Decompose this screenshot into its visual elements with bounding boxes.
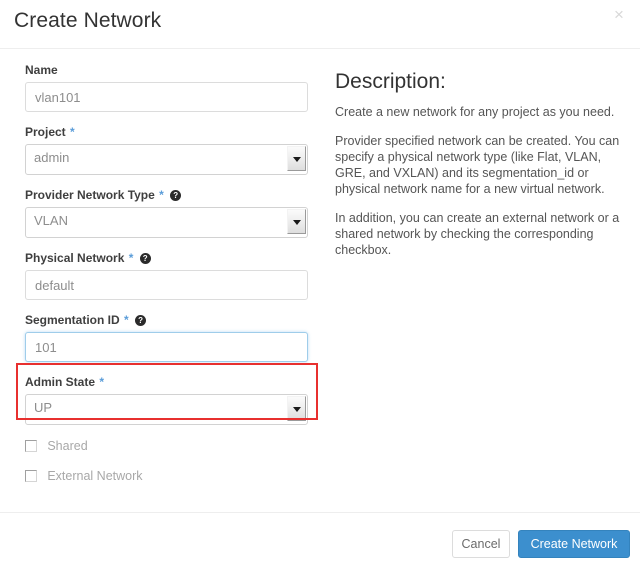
label-text-physical-network: Physical Network — [25, 251, 125, 265]
field-group-admin-state: Admin State * UP — [25, 375, 308, 425]
caret-shape — [292, 219, 301, 225]
description-paragraph-1: Create a new network for any project as … — [335, 105, 615, 119]
physical-network-input[interactable] — [25, 270, 308, 300]
admin-state-select-box[interactable] — [25, 394, 308, 425]
modal-body: Name Project * admin — [0, 50, 640, 512]
create-network-modal: Create Network × Name Project * a — [0, 0, 640, 565]
field-group-project: Project * admin — [25, 125, 308, 175]
admin-state-value: UP — [34, 400, 53, 415]
required-marker: * — [99, 375, 105, 389]
field-group-segmentation-id: Segmentation ID * ? — [25, 313, 308, 362]
external-network-checkbox[interactable] — [25, 470, 37, 482]
required-marker: * — [70, 125, 75, 139]
label-text-name: Name — [25, 63, 58, 77]
segmentation-id-input[interactable] — [25, 332, 308, 362]
description-paragraph-3: In addition, you can create an external … — [335, 211, 620, 257]
provider-network-type-value: VLAN — [34, 213, 68, 228]
label-admin-state: Admin State * — [25, 375, 308, 389]
chevron-down-icon[interactable] — [287, 209, 306, 234]
close-icon[interactable]: × — [608, 4, 630, 26]
caret-shape — [292, 156, 301, 162]
label-name: Name — [25, 63, 308, 77]
field-group-physical-network: Physical Network * ? — [25, 251, 308, 300]
admin-state-select[interactable]: UP — [25, 394, 308, 425]
shared-label[interactable]: Shared — [47, 439, 87, 453]
cancel-button[interactable]: Cancel — [452, 530, 510, 558]
label-text-provider-network-type: Provider Network Type — [25, 188, 155, 202]
project-select[interactable]: admin — [25, 144, 308, 175]
chevron-down-icon[interactable] — [287, 396, 306, 421]
create-network-button[interactable]: Create Network — [518, 530, 630, 558]
description-panel: Description: Create a new network for an… — [335, 70, 620, 271]
description-paragraph-2: Provider specified network can be create… — [335, 134, 620, 196]
label-project: Project * — [25, 125, 308, 139]
help-icon[interactable]: ? — [139, 253, 151, 264]
field-group-name: Name — [25, 63, 308, 112]
label-text-project: Project — [25, 125, 66, 139]
chevron-down-icon[interactable] — [287, 146, 306, 171]
provider-network-type-select[interactable]: VLAN — [25, 207, 308, 238]
modal-header: Create Network × — [0, 0, 640, 49]
help-icon[interactable]: ? — [135, 315, 147, 326]
description-title: Description: — [335, 70, 446, 93]
checkbox-row-external-network[interactable]: External Network — [25, 469, 308, 485]
modal-footer: Cancel Create Network — [0, 512, 640, 565]
field-group-provider-network-type: Provider Network Type * ? VLAN — [25, 188, 308, 238]
label-physical-network: Physical Network * ? — [25, 251, 308, 265]
help-icon[interactable]: ? — [170, 190, 182, 201]
required-marker: * — [124, 313, 129, 327]
required-marker: * — [128, 251, 134, 265]
label-segmentation-id: Segmentation ID * ? — [25, 313, 308, 327]
label-text-admin-state: Admin State — [25, 375, 96, 389]
checkbox-row-shared[interactable]: Shared — [25, 439, 308, 455]
required-marker: * — [159, 188, 164, 202]
label-provider-network-type: Provider Network Type * ? — [25, 188, 308, 202]
name-input[interactable] — [25, 82, 308, 112]
network-form: Name Project * admin — [25, 63, 308, 485]
external-network-label[interactable]: External Network — [47, 469, 142, 483]
project-select-value: admin — [34, 150, 70, 165]
page-title: Create Network — [14, 9, 162, 32]
label-text-segmentation-id: Segmentation ID — [25, 313, 120, 327]
caret-shape — [292, 406, 301, 412]
shared-checkbox[interactable] — [25, 440, 37, 452]
